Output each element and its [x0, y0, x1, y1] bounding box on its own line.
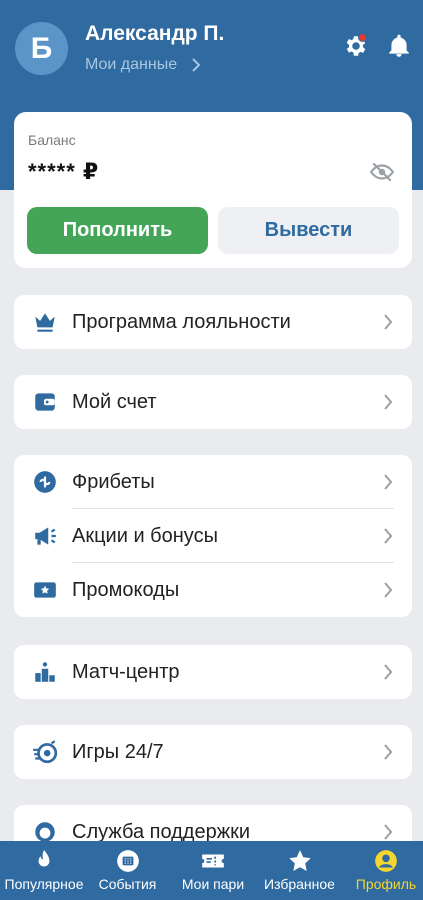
podium-icon [35, 662, 55, 682]
menu-item-promos[interactable]: Акции и бонусы [14, 509, 412, 563]
deposit-button[interactable]: Пополнить [27, 207, 208, 254]
bell-icon[interactable] [386, 33, 412, 59]
star-icon [288, 850, 311, 871]
nav-events[interactable]: События [90, 841, 165, 900]
menu-item-promocodes[interactable]: Промокоды [14, 563, 412, 617]
menu-item-games[interactable]: Игры 24/7 [14, 725, 412, 779]
loyalty-card: Программа лояльности [14, 295, 412, 349]
menu-label: Фрибеты [72, 470, 155, 493]
nav-label: События [98, 876, 157, 892]
crown-icon [35, 313, 55, 332]
freebet-icon [34, 471, 56, 493]
headset-icon [35, 822, 55, 841]
avatar-letter: Б [30, 31, 53, 65]
nav-profile[interactable]: Профиль [349, 841, 423, 900]
menu-label: Игры 24/7 [72, 740, 164, 763]
chevron-right-icon [384, 394, 393, 410]
bottom-navigation: Популярное События Мои пари Избранное Пр… [0, 841, 423, 900]
user-name[interactable]: Александр П. [85, 22, 224, 46]
scoreboard-icon [116, 850, 139, 872]
menu-label: Промокоды [72, 578, 180, 601]
withdraw-button[interactable]: Вывести [218, 207, 399, 254]
menu-label: Матч-центр [72, 660, 180, 683]
menu-label: Программа лояльности [72, 310, 291, 333]
support-card: Служба поддержки [14, 805, 412, 841]
balance-value: ***** ₽ [28, 159, 100, 184]
menu-item-account[interactable]: Мой счет [14, 375, 412, 429]
bonus-card: Фрибеты Акции и бонусы Промокоды [14, 455, 412, 617]
nav-popular[interactable]: Популярное [0, 841, 88, 900]
menu-label: Служба поддержки [72, 820, 251, 842]
my-data-link[interactable]: Мои данные [85, 56, 201, 74]
speed-target-icon [33, 740, 58, 764]
chevron-right-icon [384, 528, 393, 544]
user-icon [375, 850, 397, 872]
menu-item-freebets[interactable]: Фрибеты [14, 455, 412, 509]
balance-card: Баланс ***** ₽ Пополнить Вывести [14, 112, 412, 268]
match-center-card: Матч-центр [14, 645, 412, 699]
games-card: Игры 24/7 [14, 725, 412, 779]
nav-favorites[interactable]: Избранное [257, 841, 342, 900]
chevron-right-icon [384, 744, 393, 760]
megaphone-icon [35, 527, 56, 545]
chevron-right-icon [384, 824, 393, 840]
chevron-right-icon [384, 664, 393, 680]
my-data-label: Мои данные [85, 56, 178, 73]
chevron-right-icon [384, 582, 393, 598]
menu-item-support[interactable]: Служба поддержки [14, 805, 412, 841]
nav-my-bets[interactable]: Мои пари [171, 841, 255, 900]
chevron-right-icon [192, 58, 201, 72]
nav-label: Избранное [264, 876, 335, 892]
balance-label: Баланс [28, 132, 76, 148]
fire-icon [38, 850, 50, 867]
nav-label: Популярное [4, 876, 84, 892]
chevron-right-icon [384, 474, 393, 490]
user-avatar[interactable]: Б [15, 22, 68, 75]
ticket-star-icon [34, 582, 56, 598]
menu-label: Акции и бонусы [72, 524, 218, 547]
wallet-icon [35, 393, 55, 411]
account-card: Мой счет [14, 375, 412, 429]
nav-label: Мои пари [181, 876, 245, 892]
coupon-icon [202, 854, 224, 868]
chevron-right-icon [384, 314, 393, 330]
menu-item-match-center[interactable]: Матч-центр [14, 645, 412, 699]
nav-label: Профиль [355, 876, 417, 892]
menu-item-loyalty[interactable]: Программа лояльности [14, 295, 412, 349]
notification-dot [358, 33, 367, 42]
menu-label: Мой счет [72, 390, 157, 413]
eye-off-icon[interactable] [369, 159, 395, 185]
